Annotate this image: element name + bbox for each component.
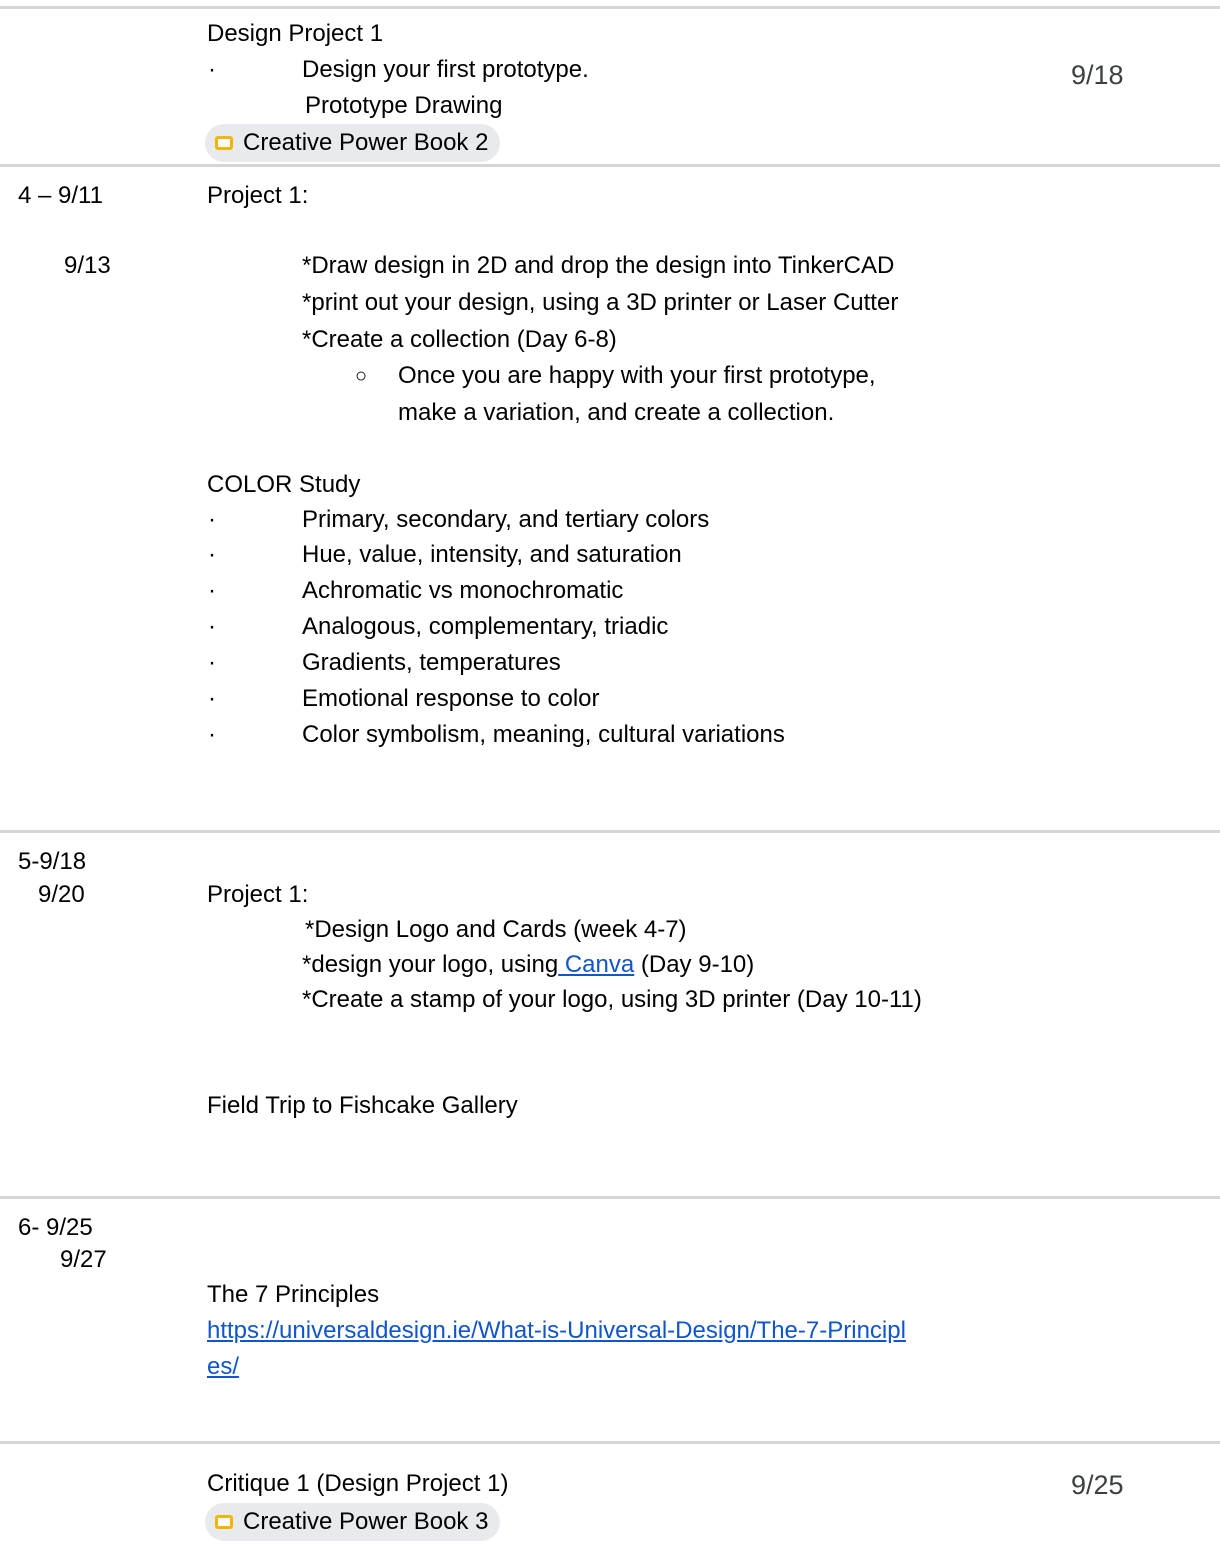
bullet-dot: · <box>208 649 216 676</box>
item-text: (Day 9-10) <box>634 951 755 978</box>
canva-link[interactable]: Canva <box>558 951 634 978</box>
color-item: Analogous, complementary, triadic <box>302 613 669 640</box>
project-item: *design your logo, using Canva (Day 9-10… <box>302 951 754 979</box>
critique-title: Critique 1 (Design Project 1) <box>207 1470 509 1497</box>
week-label: 6- 9/25 <box>18 1214 93 1241</box>
creative-power-book-2-chip[interactable]: Creative Power Book 2 <box>205 124 501 162</box>
project-item: *print out your design, using a 3D print… <box>302 289 899 316</box>
color-item: Hue, value, intensity, and saturation <box>302 541 682 568</box>
project-heading: Project 1: <box>207 182 309 209</box>
row-divider <box>0 1196 1220 1199</box>
google-slides-icon <box>215 1515 233 1529</box>
color-item: Emotional response to color <box>302 685 600 712</box>
google-slides-icon <box>215 136 233 150</box>
creative-power-book-3-chip[interactable]: Creative Power Book 3 <box>205 1503 501 1541</box>
bullet-dot: · <box>208 506 216 533</box>
color-study-heading: COLOR Study <box>207 471 361 498</box>
week-label: 5-9/18 <box>18 848 87 875</box>
principles-link-continued[interactable]: es/ <box>207 1353 239 1381</box>
week-second-date: 9/27 <box>60 1246 107 1273</box>
task-subtext: Prototype Drawing <box>305 92 503 119</box>
sub-item-text: make a variation, and create a collectio… <box>398 399 835 426</box>
project-item: *Create a collection (Day 6-8) <box>302 326 617 353</box>
assignment-title: Design Project 1 <box>207 20 384 47</box>
due-date: 9/25 <box>1071 1470 1124 1500</box>
principles-heading: The 7 Principles <box>207 1281 380 1308</box>
project-item: *Draw design in 2D and drop the design i… <box>302 252 895 279</box>
sub-item-text: Once you are happy with your first proto… <box>398 362 876 389</box>
row-divider <box>0 1441 1220 1444</box>
task-text: Design your first prototype. <box>302 56 589 83</box>
color-item: Color symbolism, meaning, cultural varia… <box>302 721 785 748</box>
item-text: *design your logo, using <box>302 951 559 978</box>
week-second-date: 9/13 <box>64 252 111 279</box>
chip-label: Creative Power Book 2 <box>243 129 489 156</box>
principles-link[interactable]: https://universaldesign.ie/What-is-Unive… <box>207 1317 906 1345</box>
bullet-dot: · <box>208 613 216 640</box>
color-item: Primary, secondary, and tertiary colors <box>302 506 710 533</box>
sub-bullet: ○ <box>355 365 368 387</box>
project-item: *Create a stamp of your logo, using 3D p… <box>302 986 922 1013</box>
chip-label: Creative Power Book 3 <box>243 1508 489 1535</box>
color-item: Achromatic vs monochromatic <box>302 577 624 604</box>
bullet-dot: · <box>208 721 216 748</box>
project-item: *Design Logo and Cards (week 4-7) <box>305 916 687 943</box>
bullet-dot: · <box>208 685 216 712</box>
week-second-date: 9/20 <box>38 881 85 908</box>
row-divider <box>0 164 1220 167</box>
row-divider <box>0 830 1220 833</box>
row-divider <box>0 6 1220 9</box>
bullet-dot: · <box>208 56 216 83</box>
color-item: Gradients, temperatures <box>302 649 561 676</box>
bullet-dot: · <box>208 541 216 568</box>
project-heading: Project 1: <box>207 881 309 908</box>
bullet-dot: · <box>208 577 216 604</box>
field-trip-text: Field Trip to Fishcake Gallery <box>207 1092 518 1119</box>
week-label: 4 – 9/11 <box>18 182 103 209</box>
due-date: 9/18 <box>1071 60 1124 90</box>
